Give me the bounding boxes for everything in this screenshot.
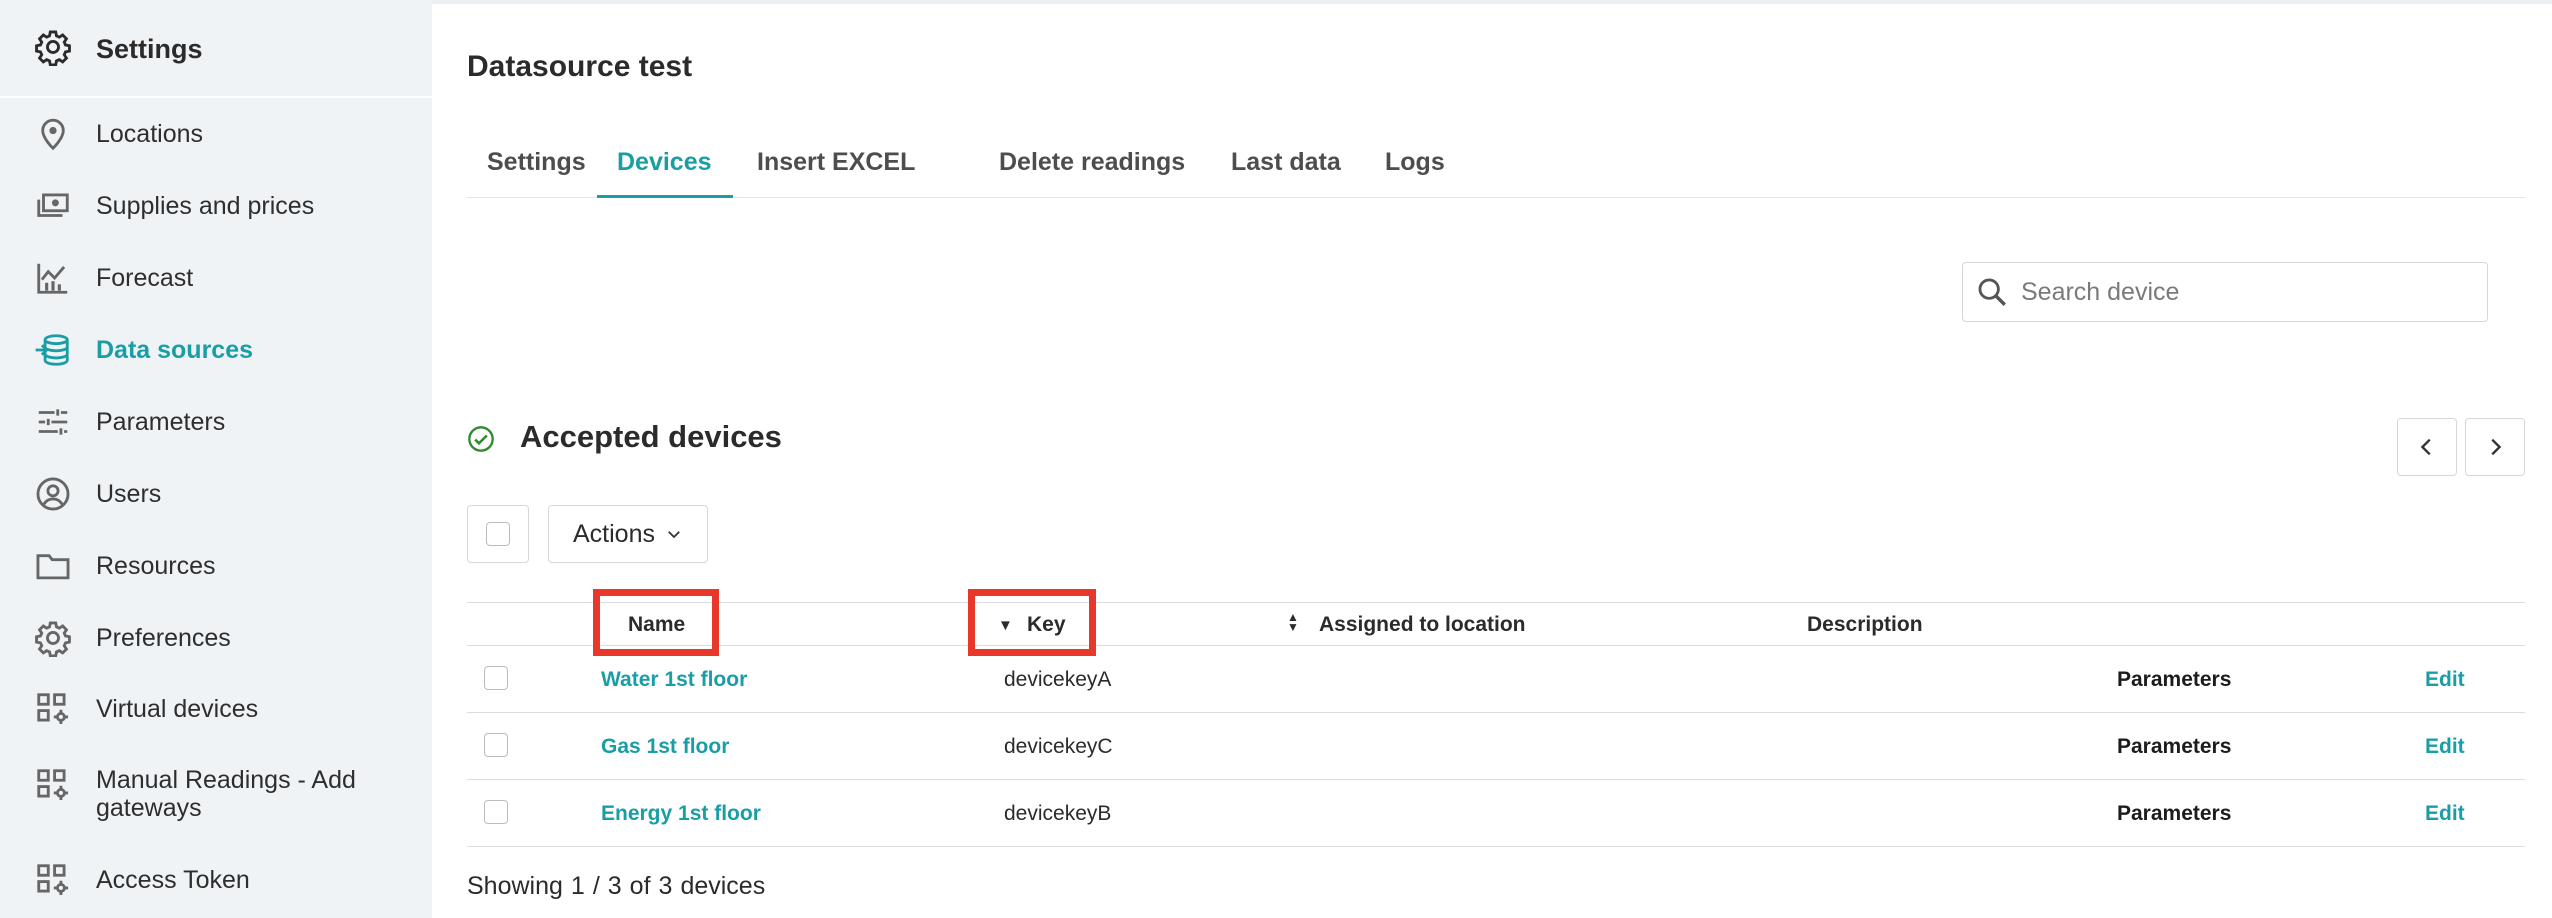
grid-gear-icon: [34, 861, 72, 899]
footer-to: 3: [607, 872, 622, 900]
table-header: Name ▼ Key ▲ ▼ Assigned to location Descr…: [467, 589, 2525, 656]
table-row: Gas 1st floor devicekeyC Parameters Edit: [467, 713, 2525, 780]
actions-label: Actions: [573, 519, 655, 548]
footer-total: 3: [658, 872, 673, 900]
sidebar-item-label: Forecast: [96, 263, 194, 292]
sidebar-item-label: Virtual devices: [96, 694, 259, 723]
footer-sep: /: [592, 872, 600, 900]
sidebar-item-label: Supplies and prices: [96, 191, 315, 220]
sidebar-title: Settings: [96, 33, 203, 64]
chevron-right-icon: [2491, 438, 2502, 456]
device-name-link[interactable]: Water 1st floor: [601, 668, 747, 692]
devices-table: Name ▼ Key ▲ ▼ Assigned to location Descr…: [467, 589, 2525, 847]
select-all-checkbox[interactable]: [486, 522, 510, 546]
sidebar-item-users[interactable]: Users: [34, 475, 161, 513]
main-content: Datasource test Settings Devices Insert …: [432, 0, 2552, 918]
active-tab-indicator: [597, 195, 733, 198]
sidebar-item-preferences[interactable]: Preferences: [34, 619, 231, 657]
edit-link[interactable]: Edit: [2425, 735, 2465, 759]
sidebar-item-manual-readings[interactable]: Manual Readings - Add gateways: [34, 766, 396, 822]
location-pin-icon: [34, 115, 72, 153]
prev-page-button[interactable]: [2397, 418, 2457, 476]
parameters-link[interactable]: Parameters: [2117, 735, 2231, 759]
sidebar-item-parameters[interactable]: Parameters: [34, 403, 225, 441]
actions-dropdown[interactable]: Actions: [548, 505, 708, 563]
footer-from: 1: [570, 872, 585, 900]
edit-link[interactable]: Edit: [2425, 802, 2465, 826]
select-all-container: [467, 505, 529, 563]
sidebar-item-label: Parameters: [96, 407, 226, 436]
grid-gear-icon: [34, 690, 72, 728]
tab-logs[interactable]: Logs: [1385, 148, 1445, 177]
tab-last-data[interactable]: Last data: [1231, 148, 1341, 177]
sidebar-item-resources[interactable]: Resources: [34, 547, 216, 585]
sidebar-item-label: Locations: [96, 119, 204, 148]
device-name-link[interactable]: Gas 1st floor: [601, 735, 729, 759]
tab-insert-excel[interactable]: Insert EXCEL: [757, 148, 915, 177]
device-key: devicekeyA: [1004, 668, 1112, 691]
sidebar-divider: [0, 96, 432, 98]
section-title: Accepted devices: [520, 419, 782, 454]
tab-settings[interactable]: Settings: [487, 148, 586, 177]
search-box[interactable]: [1962, 262, 2488, 322]
parameters-link[interactable]: Parameters: [2117, 802, 2231, 826]
footer-suffix: devices: [680, 872, 766, 900]
gear-icon: [34, 28, 72, 71]
sidebar-item-label: Resources: [96, 551, 216, 580]
column-header-description: Description: [1807, 613, 1923, 636]
sidebar-item-supplies[interactable]: Supplies and prices: [34, 187, 314, 225]
next-page-button[interactable]: [2465, 418, 2525, 476]
top-border: [432, 0, 2552, 4]
table-row: Water 1st floor devicekeyA Parameters Ed…: [467, 646, 2525, 713]
pagination-summary: Showing 1 / 3 of 3 devices: [467, 872, 765, 901]
tab-devices[interactable]: Devices: [617, 148, 712, 177]
sliders-icon: [34, 403, 72, 441]
grid-gear-icon: [34, 766, 72, 804]
page-title: Datasource test: [467, 50, 693, 83]
sidebar-header: Settings: [34, 28, 203, 70]
check-circle-icon: [468, 426, 494, 452]
sidebar-item-forecast[interactable]: Forecast: [34, 259, 193, 297]
sidebar-item-virtual-devices[interactable]: Virtual devices: [34, 690, 258, 728]
device-key: devicekeyC: [1004, 735, 1113, 758]
sort-both-icon[interactable]: ▲ ▼: [1287, 611, 1299, 633]
sidebar-item-label: Users: [96, 479, 162, 508]
sidebar-item-label: Preferences: [96, 623, 231, 652]
chart-icon: [34, 259, 72, 297]
sidebar-item-label: Manual Readings - Add gateways: [96, 766, 356, 822]
sidebar-item-access-token[interactable]: Access Token: [34, 861, 250, 899]
sidebar-item-label: Data sources: [96, 335, 254, 364]
database-icon: [34, 331, 72, 369]
chevron-down-icon: [668, 531, 680, 539]
sidebar-item-data-sources[interactable]: Data sources: [34, 331, 253, 369]
row-checkbox[interactable]: [484, 800, 508, 824]
footer-prefix: Showing: [467, 872, 563, 900]
parameters-link[interactable]: Parameters: [2117, 668, 2231, 692]
column-header-key[interactable]: Key: [1027, 613, 1066, 637]
tab-delete-readings[interactable]: Delete readings: [999, 148, 1185, 177]
table-row: Energy 1st floor devicekeyB Parameters E…: [467, 780, 2525, 847]
device-key: devicekeyB: [1004, 802, 1112, 825]
sidebar-item-locations[interactable]: Locations: [34, 115, 203, 153]
column-header-location[interactable]: Assigned to location: [1319, 613, 1526, 637]
search-input[interactable]: [2021, 277, 2461, 307]
user-circle-icon: [34, 475, 72, 513]
search-icon: [1978, 278, 2006, 306]
row-checkbox[interactable]: [484, 733, 508, 757]
chevron-left-icon: [2420, 438, 2431, 456]
footer-of: of: [629, 872, 651, 900]
sort-desc-icon[interactable]: ▼: [998, 617, 1013, 634]
column-header-name[interactable]: Name: [628, 613, 685, 637]
row-checkbox[interactable]: [484, 666, 508, 690]
sidebar: Settings Locations Supplies and prices F…: [0, 0, 432, 918]
sidebar-item-label: Access Token: [96, 865, 250, 894]
device-name-link[interactable]: Energy 1st floor: [601, 802, 761, 826]
edit-link[interactable]: Edit: [2425, 668, 2465, 692]
tab-bar: Settings Devices Insert EXCEL Delete rea…: [467, 138, 2525, 198]
money-icon: [34, 187, 72, 225]
folder-icon: [34, 547, 72, 585]
gear-icon: [34, 619, 72, 657]
